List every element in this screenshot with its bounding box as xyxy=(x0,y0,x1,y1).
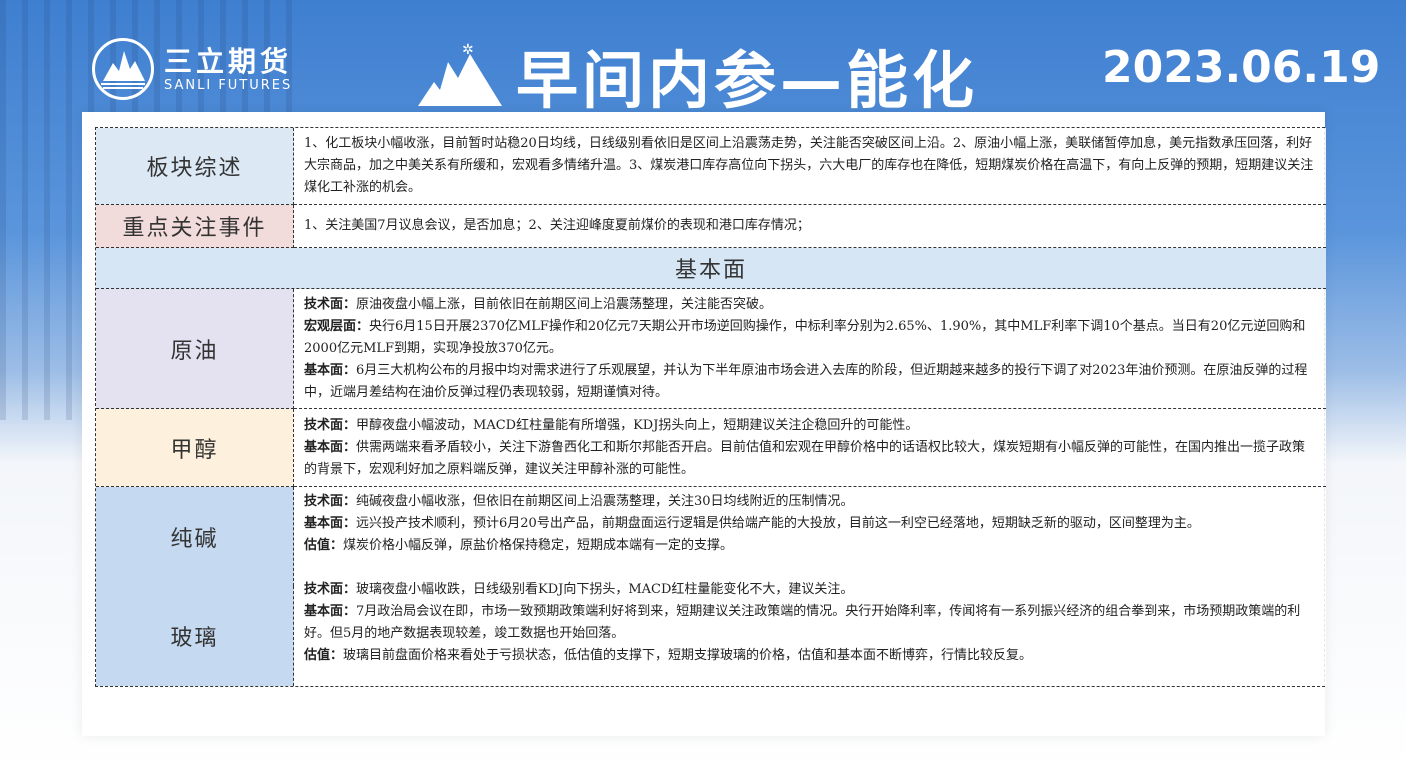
list-item: 技术面：甲醇夜盘小幅波动，MACD红柱量能有所增强，KDJ拐头向上，短期建议关注… xyxy=(304,417,919,433)
list-item: 宏观层面：央行6月15日开展2370亿MLF操作和20亿元7天期公开市场逆回购操… xyxy=(304,318,1306,356)
soda-ash-glass-content: 技术面：纯碱夜盘小幅收涨，但依旧在前期区间上沿震荡整理，关注30日均线附近的压制… xyxy=(294,487,1326,686)
page-title: 早间内参—能化 xyxy=(516,44,979,117)
report-table: 板块综述 1、化工板块小幅收涨，目前暂时站稳20日均线，日线级别看依旧是区间上沿… xyxy=(95,127,1326,687)
header: 三立期货 SANLI FUTURES ✲ 早间内参—能化 2023.06.19 xyxy=(0,0,1406,120)
list-item: 基本面：7月政治局会议在即，市场一致预期政策端利好将到来，短期建议关注政策端的情… xyxy=(304,604,1301,641)
glass-label: 玻璃 xyxy=(96,586,294,686)
svg-text:✲: ✲ xyxy=(462,42,474,58)
snow-mountain-icon: ✲ xyxy=(418,42,502,106)
list-item: 技术面：玻璃夜盘小幅收跌，日线级别看KDJ向下拐头，MACD红柱量能变化不大，建… xyxy=(304,582,854,597)
summary-text: 1、化工板块小幅收涨，目前暂时站稳20日均线，日线级别看依旧是区间上沿震荡走势，… xyxy=(294,128,1326,205)
report-date: 2023.06.19 xyxy=(1102,42,1381,93)
page-title-block: ✲ 早间内参—能化 xyxy=(418,30,978,120)
methanol-content: 技术面：甲醇夜盘小幅波动，MACD红柱量能有所增强，KDJ拐头向上，短期建议关注… xyxy=(294,409,1326,487)
methanol-label: 甲醇 xyxy=(96,409,294,487)
list-item: 估值：煤炭价格小幅反弹，原盐价格保持稳定，短期成本端有一定的支撑。 xyxy=(304,538,734,553)
mountain-logo-icon xyxy=(92,38,154,100)
soda-ash-label: 纯碱 xyxy=(96,487,294,586)
summary-label: 板块综述 xyxy=(96,128,294,205)
list-item: 基本面：6月三大机构公布的月报中均对需求进行了乐观展望，并认为下半年原油市场会进… xyxy=(304,362,1308,400)
crude-oil-content: 技术面：原油夜盘小幅上涨，目前依旧在前期区间上沿震荡整理，关注能否突破。 宏观层… xyxy=(294,289,1326,409)
fundamentals-header: 基本面 xyxy=(96,248,1326,289)
list-item: 技术面：原油夜盘小幅上涨，目前依旧在前期区间上沿震荡整理，关注能否突破。 xyxy=(304,296,773,312)
events-text: 1、关注美国7月议息会议，是否加息；2、关注迎峰度夏前煤价的表现和港口库存情况； xyxy=(294,205,1326,248)
crude-oil-label: 原油 xyxy=(96,289,294,409)
list-item: 估值：玻璃目前盘面价格来看处于亏损状态，低估值的支撑下，短期支撑玻璃的价格，估值… xyxy=(304,648,1033,663)
events-label: 重点关注事件 xyxy=(96,205,294,248)
brand-name-en: SANLI FUTURES xyxy=(164,77,293,93)
brand-name-cn: 三立期货 xyxy=(164,44,293,78)
list-item: 技术面：纯碱夜盘小幅收涨，但依旧在前期区间上沿震荡整理，关注30日均线附近的压制… xyxy=(304,494,854,509)
list-item: 基本面：供需两端来看矛盾较小，关注下游鲁西化工和斯尔邦能否开启。目前估值和宏观在… xyxy=(304,439,1306,477)
list-item: 基本面：远兴投产技术顺利，预计6月20号出产品，前期盘面运行逻辑是供给端产能的大… xyxy=(304,516,1200,531)
company-logo: 三立期货 SANLI FUTURES xyxy=(92,38,292,100)
